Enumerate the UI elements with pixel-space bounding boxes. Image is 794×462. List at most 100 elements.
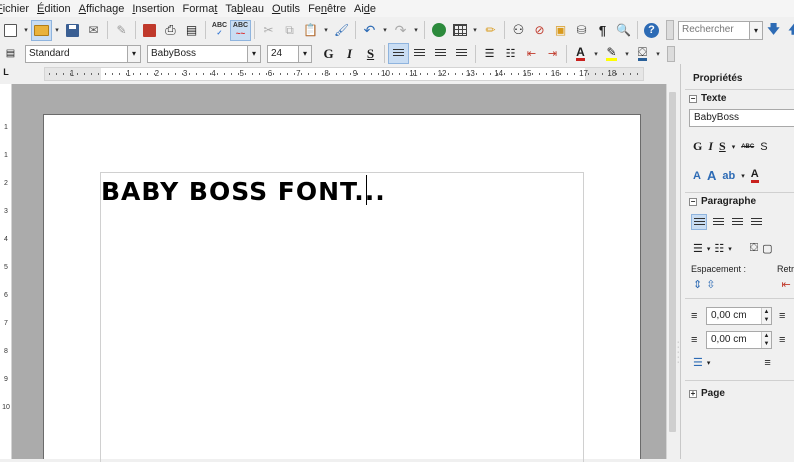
print-button[interactable]: ⎙ xyxy=(160,20,181,41)
gallery-button[interactable]: ⊘ xyxy=(529,20,550,41)
find-next-button[interactable]: 🡇 xyxy=(763,20,784,41)
paragraph-section-header[interactable]: − Paragraphe xyxy=(689,196,756,207)
menu-item-7[interactable]: Fenêtre xyxy=(306,3,352,15)
document-page[interactable]: BABY BOSS FONT... xyxy=(43,114,641,462)
sidebar-shadow-button[interactable]: S xyxy=(760,141,767,153)
format-toolbar-overflow[interactable] xyxy=(667,45,675,62)
italic-button[interactable]: I xyxy=(339,43,360,64)
vertical-scrollbar[interactable] xyxy=(666,84,678,459)
sidebar-font-color-button[interactable]: A xyxy=(750,168,759,183)
align-right-button[interactable] xyxy=(430,43,451,64)
cut-button[interactable]: ✂ xyxy=(258,20,279,41)
formatting-marks-button[interactable]: ¶ xyxy=(592,20,613,41)
spellcheck-button[interactable]: ABC ✓ xyxy=(209,20,230,41)
open-dropdown[interactable]: ▾ xyxy=(52,20,62,41)
paragraph-background-button[interactable]: ⛋ xyxy=(750,242,758,255)
search-dropdown[interactable]: ▾ xyxy=(750,20,763,40)
navigator-button[interactable] xyxy=(428,20,449,41)
menu-item-5[interactable]: Tableau xyxy=(223,3,270,15)
menu-item-4[interactable]: Format xyxy=(181,3,224,15)
insert-table-button[interactable] xyxy=(449,20,470,41)
line-spacing-button[interactable]: ☰ xyxy=(693,356,703,369)
scrollbar-thumb[interactable] xyxy=(669,92,676,432)
open-button[interactable] xyxy=(31,19,52,41)
menu-item-8[interactable]: Aide xyxy=(352,3,382,15)
styles-button[interactable]: ▤ xyxy=(0,43,21,64)
font-size-combo[interactable]: 24 xyxy=(267,44,299,63)
undo-button[interactable]: ↶ xyxy=(359,20,380,41)
zoom-button[interactable]: 🔍 xyxy=(613,20,634,41)
sidebar-strikethrough-button[interactable]: ABC xyxy=(741,144,754,150)
redo-dropdown[interactable]: ▾ xyxy=(411,20,421,41)
sidebar-bullets-dropdown[interactable]: ▾ xyxy=(707,245,711,253)
print-preview-button[interactable]: ▤ xyxy=(181,20,202,41)
paragraph-style-combo[interactable]: Standard xyxy=(25,44,128,63)
copy-button[interactable]: ⧉ xyxy=(279,20,300,41)
edit-mode-button[interactable]: ✎ xyxy=(111,20,132,41)
document-text[interactable]: BABY BOSS FONT... xyxy=(101,177,386,206)
menu-item-0[interactable]: Fichier xyxy=(0,3,35,15)
redo-button[interactable]: ↷ xyxy=(390,20,411,41)
font-color-button[interactable]: A xyxy=(570,43,591,64)
insert-image-button[interactable]: ▣ xyxy=(550,20,571,41)
autospellcheck-button[interactable]: ABC ~~ xyxy=(230,19,251,41)
font-size-dropdown[interactable]: ▾ xyxy=(299,44,312,63)
sidebar-justify-button[interactable] xyxy=(748,214,764,230)
clone-formatting-button[interactable]: 🖌 xyxy=(331,20,352,41)
decrease-spacing-button[interactable]: ⇳ xyxy=(706,278,715,291)
line-spacing-dropdown[interactable]: ▾ xyxy=(707,359,711,367)
help-button[interactable]: ? xyxy=(641,20,662,41)
undo-dropdown[interactable]: ▾ xyxy=(380,20,390,41)
sidebar-numbering-button[interactable]: ☷ xyxy=(714,242,724,255)
sidebar-bold-button[interactable]: G xyxy=(693,139,702,154)
find-replace-button[interactable]: ⚇ xyxy=(508,20,529,41)
justify-button[interactable] xyxy=(451,43,472,64)
font-name-dropdown[interactable]: ▾ xyxy=(248,44,261,63)
sidebar-align-right-button[interactable] xyxy=(729,214,745,230)
background-color-button[interactable]: ⛋ xyxy=(632,43,653,64)
align-left-button[interactable] xyxy=(388,43,409,64)
new-document-button[interactable] xyxy=(0,20,21,41)
spacing-above-field[interactable]: 0,00 cm ▲ ▼ xyxy=(706,307,772,325)
underline-button[interactable]: S xyxy=(360,43,381,64)
sidebar-align-left-button[interactable] xyxy=(691,214,707,230)
search-input[interactable]: Rechercher xyxy=(678,20,750,40)
sidebar-align-center-button[interactable] xyxy=(710,214,726,230)
background-color-dropdown[interactable]: ▾ xyxy=(653,43,663,64)
character-spacing-button[interactable]: ab xyxy=(722,170,735,182)
grow-font-button[interactable]: A xyxy=(693,170,701,182)
character-spacing-dropdown[interactable]: ▾ xyxy=(741,172,745,180)
sidebar-italic-button[interactable]: I xyxy=(708,139,713,154)
bold-button[interactable]: G xyxy=(318,43,339,64)
new-document-dropdown[interactable]: ▾ xyxy=(21,20,31,41)
save-button[interactable] xyxy=(62,20,83,41)
menu-item-6[interactable]: Outils xyxy=(270,3,306,15)
indent-button[interactable]: ⇤ xyxy=(781,278,790,291)
tab-type-selector[interactable]: L xyxy=(0,66,12,78)
sidebar-numbering-dropdown[interactable]: ▾ xyxy=(728,245,732,253)
decrease-indent-button[interactable]: ⇤ xyxy=(521,43,542,64)
increase-spacing-button[interactable]: ⇕ xyxy=(693,278,702,291)
data-sources-button[interactable]: ⛁ xyxy=(571,20,592,41)
highlight-button[interactable]: ✎ xyxy=(601,43,622,64)
spacing-above-stepper[interactable]: ▲ ▼ xyxy=(761,308,771,324)
vertical-ruler[interactable]: 1 1 2 3 4 5 6 7 8 9 10 xyxy=(0,84,12,459)
paste-dropdown[interactable]: ▾ xyxy=(321,20,331,41)
align-center-button[interactable] xyxy=(409,43,430,64)
spacing-below-stepper[interactable]: ▲ ▼ xyxy=(761,332,771,348)
find-previous-button[interactable]: 🡅 xyxy=(784,20,794,41)
font-name-combo[interactable]: BabyBoss xyxy=(147,44,248,63)
export-pdf-button[interactable] xyxy=(139,20,160,41)
draw-functions-button[interactable]: ✏ xyxy=(480,20,501,41)
menu-item-1[interactable]: Édition xyxy=(35,3,77,15)
sidebar-underline-button[interactable]: S xyxy=(719,139,726,154)
insert-table-dropdown[interactable]: ▾ xyxy=(470,20,480,41)
increase-indent-button[interactable]: ⇥ xyxy=(542,43,563,64)
font-color-dropdown[interactable]: ▾ xyxy=(591,43,601,64)
paragraph-style-dropdown[interactable]: ▾ xyxy=(128,44,141,63)
menu-item-2[interactable]: Affichage xyxy=(77,3,131,15)
text-section-header[interactable]: − Texte xyxy=(689,93,726,104)
email-button[interactable]: ✉ xyxy=(83,20,104,41)
paste-button[interactable]: 📋 xyxy=(300,20,321,41)
toolbar-overflow[interactable] xyxy=(666,20,674,40)
